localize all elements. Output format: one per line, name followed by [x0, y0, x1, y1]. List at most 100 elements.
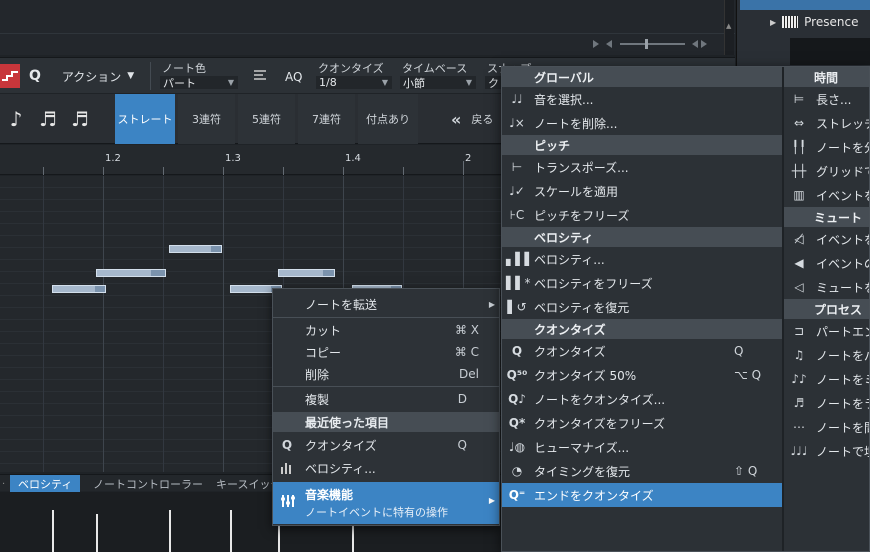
sixteenth-note-icon[interactable]: ♬ — [32, 94, 64, 144]
notes-mirror-icon: ♪♪ — [791, 372, 807, 386]
note-event[interactable] — [169, 245, 222, 253]
submenu-item-freeze-pitch[interactable]: ⊦C ピッチをフリーズ — [502, 203, 782, 227]
submenu-item-note-to-ra[interactable]: ♬ ノートをラ — [784, 391, 869, 415]
ruler-tick — [463, 161, 464, 175]
submenu-item-events-unmute[interactable]: ◀ イベントの — [784, 251, 869, 275]
submenu-right-column: 時間 ⊨ 長さ... ⇔ ストレッチ ╿╿ ノートを分 ┼┼ グリッドで ▥ イ… — [784, 67, 870, 463]
back-button[interactable]: « 戻る — [445, 94, 505, 144]
submenu-item-mute-events[interactable]: ◁̸ イベントを — [784, 227, 869, 251]
thirtysecond-note-icon[interactable]: ♬ — [64, 94, 96, 144]
grid-option-quintuplet[interactable]: 5連符 — [238, 94, 295, 144]
quantize-icon: Q — [281, 438, 293, 452]
chevron-down-icon: ▼ — [227, 78, 234, 87]
ruler-label: 1.3 — [225, 153, 241, 164]
submenu-item-part-end[interactable]: ⊐ パートエン — [784, 319, 869, 343]
submenu-item-grid[interactable]: ┼┼ グリッドで — [784, 159, 869, 183]
submenu-item-quantize-50[interactable]: Q⁵⁰ クオンタイズ 50% ⌥ Q — [502, 363, 782, 387]
submenu-item-length[interactable]: ⊨ 長さ... — [784, 87, 869, 111]
velocity-bar[interactable] — [230, 510, 232, 552]
menu-item-cut[interactable]: カット ⌘ X — [273, 319, 499, 341]
note-event[interactable] — [278, 269, 335, 277]
velocity-lines-icon[interactable] — [252, 68, 268, 85]
menu-separator — [273, 386, 499, 387]
note-color-select[interactable]: パート ▼ — [160, 76, 238, 90]
browser-item-presence[interactable]: ▶ Presence — [770, 13, 870, 31]
submenu-item-mute-toggle[interactable]: ◁ ミュートを — [784, 275, 869, 299]
velocity-bar[interactable] — [96, 514, 98, 552]
grid-option-septuplet[interactable]: 7連符 — [298, 94, 355, 144]
menu-item-transfer-notes[interactable]: ノートを転送 ▶ — [273, 293, 499, 315]
grid-line — [223, 176, 224, 472]
grid-icon: ┼┼ — [791, 164, 807, 178]
submenu-item-delete-notes[interactable]: ♩× ノートを削除... — [502, 111, 782, 135]
music-functions-submenu: グローバル ♩♩ 音を選択... ♩× ノートを削除... ピッチ ⊢ トランス… — [501, 66, 870, 552]
submenu-item-humanize[interactable]: ♩◍ ヒューマナイズ... — [502, 435, 782, 459]
submenu-item-freeze-quantize[interactable]: Q* クオンタイズをフリーズ — [502, 411, 782, 435]
expand-arrow-icon[interactable]: ▶ — [770, 18, 776, 27]
quantize-select[interactable]: 1/8 ▼ — [316, 76, 392, 89]
music-functions-icon — [280, 493, 296, 512]
submenu-item-split-notes[interactable]: ╿╿ ノートを分 — [784, 135, 869, 159]
menu-item-velocity[interactable]: ベロシティ... — [273, 457, 499, 479]
vertical-scrollbar[interactable]: ▲ — [724, 0, 734, 55]
chevron-right-icon: ▶ — [488, 299, 495, 309]
snap-select[interactable]: ク — [485, 76, 501, 90]
menu-item-duplicate[interactable]: 複製 D — [273, 388, 499, 410]
chevron-right-icon: ▶ — [488, 496, 495, 505]
submenu-header-mute: ミュート — [784, 207, 869, 227]
menu-header-recent: 最近使った項目 — [273, 412, 499, 432]
grid-option-straight[interactable]: ストレート — [115, 94, 175, 144]
chevron-down-icon: ▼ — [381, 78, 388, 87]
quantize-notes-icon: Q♪ — [508, 392, 526, 406]
menu-item-quantize[interactable]: Q クオンタイズ Q — [273, 434, 499, 456]
notes-fill-icon: ♩♩♩ — [790, 444, 808, 458]
submenu-item-note-to-bar[interactable]: ♫ ノートをパ — [784, 343, 869, 367]
freeze-quantize-icon: Q* — [508, 416, 526, 430]
note-event[interactable] — [96, 269, 166, 277]
timebase-select[interactable]: 小節 ▼ — [400, 76, 476, 90]
notes-gap-icon: ⋯ — [793, 420, 805, 434]
action-menu-button[interactable]: アクション ▼ — [55, 64, 141, 88]
part-color-swatch[interactable] — [0, 64, 20, 88]
submenu-item-note-fill[interactable]: ♩♩♩ ノートで埋 — [784, 439, 870, 463]
tab-velocity[interactable]: ベロシティ — [10, 475, 81, 492]
submenu-item-stretch[interactable]: ⇔ ストレッチ — [784, 111, 869, 135]
submenu-header-quantize: クオンタイズ — [502, 319, 782, 339]
submenu-item-quantize[interactable]: Q クオンタイズ Q — [502, 339, 782, 363]
submenu-item-events[interactable]: ▥ イベントを — [784, 183, 869, 207]
submenu-item-note-to-mi[interactable]: ♪♪ ノートをミ — [784, 367, 869, 391]
velocity-bar[interactable] — [52, 510, 54, 552]
submenu-item-note-to-gap[interactable]: ⋯ ノートを間 — [784, 415, 869, 439]
grid-option-triplet[interactable]: 3連符 — [178, 94, 235, 144]
submenu-item-transpose[interactable]: ⊢ トランスポーズ... — [502, 155, 782, 179]
menu-item-music-functions[interactable]: 音楽機能 ノートイベントに特有の操作 ▶ — [273, 482, 499, 524]
eighth-note-icon[interactable]: ♪ — [0, 94, 32, 144]
submenu-item-restore-velocity[interactable]: ▌↺ ベロシティを復元 — [502, 295, 782, 319]
submenu-item-freeze-velocity[interactable]: ▌▌* ベロシティをフリーズ — [502, 271, 782, 295]
submenu-header-pitch: ピッチ — [502, 135, 782, 155]
submenu-item-restore-timing[interactable]: ◔ タイミングを復元 ⇧ Q — [502, 459, 782, 483]
submenu-item-apply-scale[interactable]: ♩✓ スケールを適用 — [502, 179, 782, 203]
menu-separator — [273, 317, 499, 318]
submenu-item-quantize-ends[interactable]: Q⁼ エンドをクオンタイズ — [502, 483, 782, 507]
menu-item-delete[interactable]: 削除 Del — [273, 363, 499, 385]
grid-option-dotted[interactable]: 付点あり — [358, 94, 418, 144]
restore-velocity-icon: ▌↺ — [507, 300, 527, 314]
ruler-tick — [223, 167, 224, 175]
menu-item-copy[interactable]: コピー ⌘ C — [273, 341, 499, 363]
submenu-item-quantize-notes[interactable]: Q♪ ノートをクオンタイズ... — [502, 387, 782, 411]
quantize-label: クオンタイズ — [318, 62, 384, 75]
aq-button[interactable]: AQ — [285, 70, 302, 84]
submenu-item-velocity[interactable]: ▖▌▌ ベロシティ... — [502, 247, 782, 271]
tab-note-controller[interactable]: ノートコントローラー — [85, 475, 211, 492]
ruler-tick — [283, 167, 284, 175]
zoom-slider[interactable] — [590, 38, 710, 50]
quantize-tool-button[interactable]: Q — [24, 64, 46, 88]
double-chevron-left-icon: « — [451, 109, 462, 129]
velocity-bar[interactable] — [169, 510, 171, 552]
note-event[interactable] — [52, 285, 106, 293]
submenu-item-select-notes[interactable]: ♩♩ 音を選択... — [502, 87, 782, 111]
recent-items-bar[interactable] — [740, 0, 870, 10]
stretch-icon: ⇔ — [793, 116, 805, 130]
scale-check-icon: ♩✓ — [509, 184, 525, 198]
